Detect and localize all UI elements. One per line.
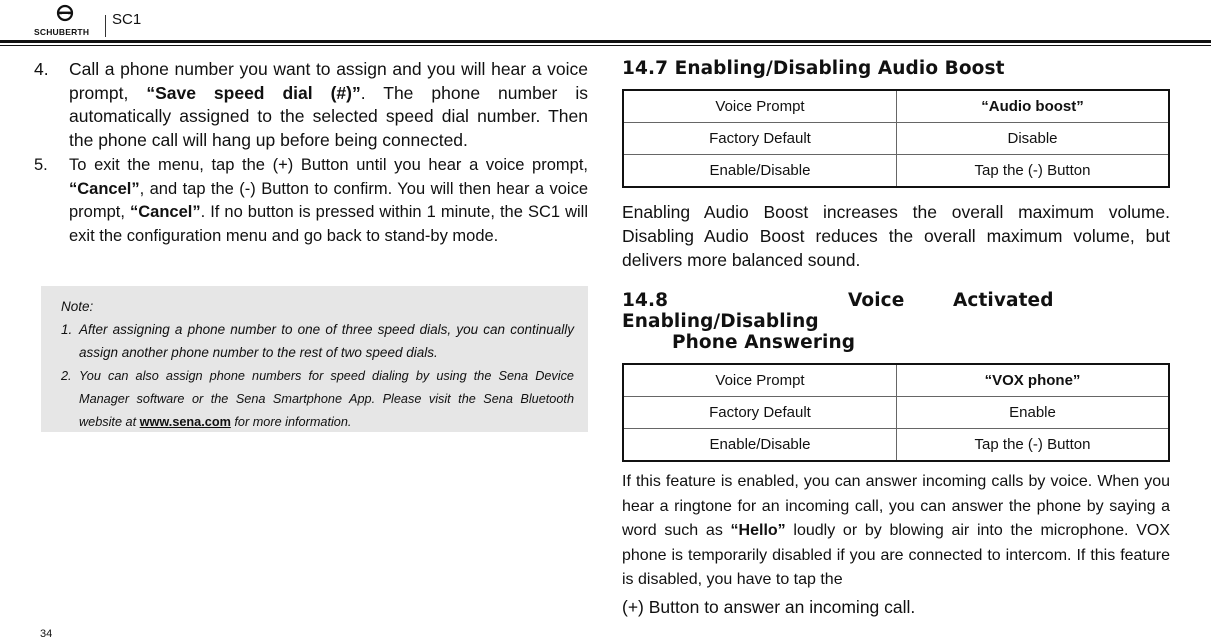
voice-prompt-text: “Cancel” bbox=[69, 179, 140, 198]
voice-prompt-text: “Hello” bbox=[730, 522, 786, 539]
section-title-part: 14.8 Enabling/Disabling bbox=[622, 290, 819, 332]
vox-phone-description: If this feature is enabled, you can answ… bbox=[622, 470, 1170, 619]
header-rule-thin bbox=[0, 45, 1211, 46]
sena-website-link[interactable]: www.sena.com bbox=[140, 415, 231, 429]
table-cell-value: “Audio boost” bbox=[896, 89, 1170, 123]
header-rule-thick bbox=[0, 40, 1211, 43]
page-header: SCHUBERTH SC1 bbox=[0, 0, 1211, 46]
table-cell-label: Enable/Disable bbox=[622, 428, 897, 462]
table-cell-label: Factory Default bbox=[622, 396, 897, 429]
step-text: To exit the menu, tap the (+) Button unt… bbox=[69, 156, 588, 174]
product-name: SC1 bbox=[112, 11, 142, 28]
table-row: Voice Prompt “VOX phone” bbox=[622, 363, 1170, 397]
table-cell-value: “VOX phone” bbox=[896, 363, 1170, 397]
voice-prompt-text: “Cancel” bbox=[129, 203, 201, 221]
section-title-14-7: 14.7 Enabling/Disabling Audio Boost bbox=[622, 58, 1005, 79]
vox-phone-table: Voice Prompt “VOX phone” Factory Default… bbox=[622, 363, 1170, 462]
left-column: 4. Call a phone number you want to assig… bbox=[34, 58, 588, 248]
right-column: 14.7 Enabling/Disabling Audio Boost Voic… bbox=[622, 58, 1170, 619]
table-cell-value: Tap the (-) Button bbox=[896, 428, 1170, 462]
audio-boost-table: Voice Prompt “Audio boost” Factory Defau… bbox=[622, 89, 1170, 188]
table-cell-value: Disable bbox=[896, 122, 1170, 155]
table-cell-label: Factory Default bbox=[622, 122, 897, 155]
section-title-14-8: 14.8 Enabling/Disabling Voice Activated … bbox=[622, 290, 1170, 353]
paragraph-text: (+) Button to answer an incoming call. bbox=[622, 596, 916, 617]
table-row: Enable/Disable Tap the (-) Button bbox=[622, 428, 1170, 462]
note-item: 2. You can also assign phone numbers for… bbox=[61, 365, 574, 435]
section-title-part: Activated bbox=[953, 290, 1054, 311]
note-item-text: for more information. bbox=[230, 415, 352, 430]
note-item: 1. After assigning a phone number to one… bbox=[61, 318, 574, 364]
table-cell-value: Enable bbox=[896, 396, 1170, 429]
table-cell-value: Tap the (-) Button bbox=[896, 154, 1170, 188]
page-number: 34 bbox=[40, 628, 53, 640]
step-item: 5. To exit the menu, tap the (+) Button … bbox=[34, 154, 588, 248]
note-item-number: 1. bbox=[61, 322, 73, 338]
voice-prompt-text: “Save speed dial (#)” bbox=[146, 82, 361, 103]
table-cell-label: Voice Prompt bbox=[622, 363, 897, 397]
table-cell-label: Voice Prompt bbox=[622, 89, 897, 123]
table-cell-label: Enable/Disable bbox=[622, 154, 897, 188]
step-item: 4. Call a phone number you want to assig… bbox=[34, 58, 588, 152]
step-number: 4. bbox=[34, 59, 49, 79]
note-box: Note: 1. After assigning a phone number … bbox=[41, 286, 588, 432]
note-title: Note: bbox=[61, 299, 94, 314]
note-item-number: 2. bbox=[61, 368, 72, 383]
table-row: Factory Default Enable bbox=[622, 396, 1170, 429]
note-item-text: After assigning a phone number to one of… bbox=[79, 322, 574, 361]
header-separator bbox=[105, 15, 106, 37]
table-row: Factory Default Disable bbox=[622, 122, 1170, 155]
brand-logo: SCHUBERTH bbox=[34, 4, 96, 38]
schuberth-helmet-logo-icon bbox=[56, 4, 74, 22]
section-title-part: Voice bbox=[848, 290, 905, 311]
table-row: Enable/Disable Tap the (-) Button bbox=[622, 154, 1170, 188]
table-row: Voice Prompt “Audio boost” bbox=[622, 89, 1170, 123]
brand-wordmark: SCHUBERTH bbox=[34, 27, 90, 37]
audio-boost-description: Enabling Audio Boost increases the overa… bbox=[622, 202, 1170, 270]
section-title-part: Phone Answering bbox=[672, 332, 856, 353]
step-number: 5. bbox=[34, 156, 48, 174]
